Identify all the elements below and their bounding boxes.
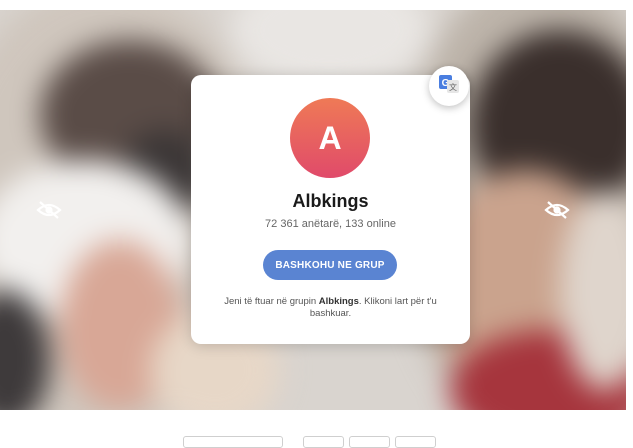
pager-box[interactable] [395, 436, 436, 448]
avatar-letter: A [318, 120, 342, 156]
group-name: Albkings [292, 191, 369, 211]
avatar: A [290, 98, 370, 178]
eye-slash-icon[interactable] [36, 201, 62, 219]
translate-button[interactable]: G 文 [429, 66, 469, 106]
pager-box[interactable] [349, 436, 390, 448]
join-group-button[interactable]: BASHKOHU NE GRUP [263, 250, 397, 280]
invite-text: Jeni të ftuar në grupin Albkings. Klikon… [211, 296, 450, 320]
invite-group-name: Albkings [318, 296, 359, 307]
google-translate-icon: G 文 [438, 73, 460, 100]
pager-box[interactable] [303, 436, 344, 448]
pager-box[interactable] [183, 436, 283, 448]
member-count: 72 361 anëtarë, 133 online [265, 218, 396, 230]
eye-slash-icon[interactable] [544, 201, 570, 219]
invite-prefix: Jeni të ftuar në grupin [224, 296, 319, 307]
svg-text:文: 文 [449, 82, 457, 92]
